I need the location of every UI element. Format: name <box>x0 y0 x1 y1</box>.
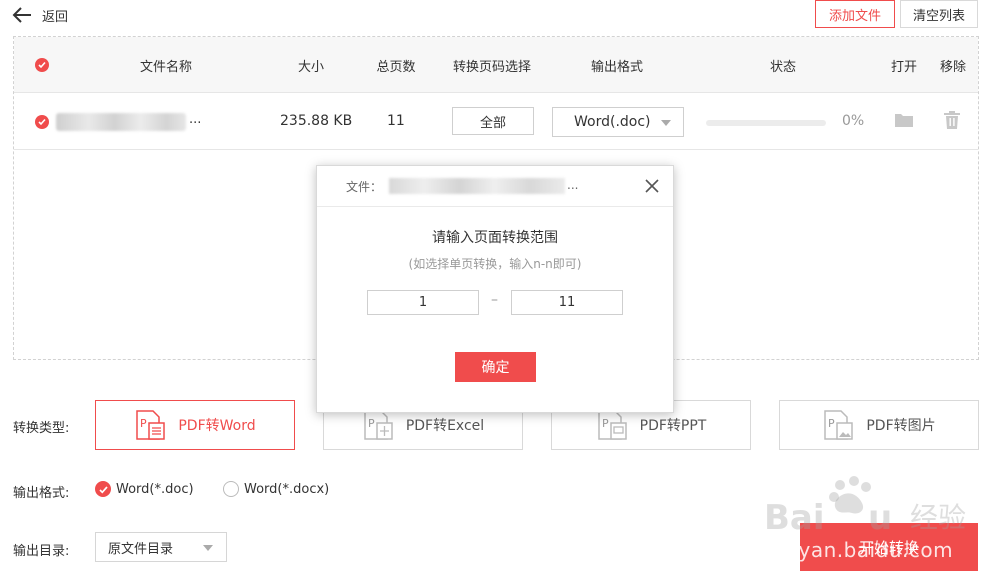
dialog-header: 文件： ... <box>317 166 673 207</box>
column-pages: 总页数 <box>376 60 416 75</box>
output-format-value: Word(.doc) <box>574 114 651 130</box>
dialog-title: 请输入页面转换范围 <box>432 230 558 246</box>
type-label: PDF转图片 <box>866 418 936 434</box>
confirm-button[interactable]: 确定 <box>455 352 536 382</box>
file-name-suffix: ... <box>189 112 202 127</box>
back-button[interactable]: 返回 <box>12 4 68 26</box>
pdf-to-word-icon: P <box>136 410 166 440</box>
column-remove: 移除 <box>939 60 966 75</box>
dialog-hint: (如选择单页转换，输入n-n即可) <box>408 257 582 271</box>
type-pdf-to-image[interactable]: P PDF转图片 <box>779 400 979 450</box>
column-output-format: 输出格式 <box>590 60 643 75</box>
add-files-button[interactable]: 添加文件 <box>815 0 895 28</box>
folder-icon[interactable] <box>894 112 914 128</box>
column-name: 文件名称 <box>139 60 192 75</box>
chevron-down-icon <box>661 120 671 126</box>
column-open: 打开 <box>890 60 917 75</box>
pdf-to-image-icon: P <box>824 410 854 440</box>
progress-percent: 0% <box>842 113 865 129</box>
select-all-checkbox[interactable] <box>35 58 49 72</box>
svg-text:P: P <box>602 417 609 430</box>
back-label: 返回 <box>42 9 69 25</box>
arrow-left-icon <box>12 7 31 23</box>
pdf-to-ppt-icon: P <box>597 410 627 440</box>
clear-list-button[interactable]: 清空列表 <box>900 0 978 28</box>
watermark-text: jingyan.baidu.com <box>760 538 954 562</box>
table-row: ... 235.88 KB 11 全部 Word(.doc) 0% <box>14 94 978 150</box>
type-pdf-to-word[interactable]: P PDF转Word <box>95 400 295 450</box>
type-label: PDF转Excel <box>405 418 485 434</box>
progress-bar <box>706 120 826 126</box>
svg-text:P: P <box>828 417 835 430</box>
type-label: PDF转Word <box>178 418 256 434</box>
radio-unchecked-icon <box>223 481 239 497</box>
output-format-select[interactable]: Word(.doc) <box>552 107 684 137</box>
file-size: 235.88 KB <box>280 113 353 129</box>
column-page-select: 转换页码选择 <box>452 60 531 75</box>
svg-text:P: P <box>140 417 147 430</box>
type-label: PDF转PPT <box>639 418 707 434</box>
output-dir-select[interactable]: 原文件目录 <box>95 532 227 562</box>
output-dir-value: 原文件目录 <box>108 541 174 557</box>
radio-checked-icon <box>95 481 111 497</box>
range-separator: – <box>491 292 498 308</box>
check-icon <box>38 61 46 69</box>
radio-word-doc[interactable]: Word(*.doc) <box>95 481 194 497</box>
radio-label: Word(*.docx) <box>244 481 330 497</box>
to-page-input[interactable] <box>511 290 623 315</box>
radio-label: Word(*.doc) <box>116 481 194 497</box>
conversion-type-label: 转换类型: <box>13 421 70 436</box>
from-page-input[interactable] <box>367 290 479 315</box>
column-status: 状态 <box>769 60 796 75</box>
trash-icon[interactable] <box>944 111 960 129</box>
page-range-dialog: 文件： ... 请输入页面转换范围 (如选择单页转换，输入n-n即可) – 确定 <box>316 165 674 413</box>
pdf-to-excel-icon: P <box>364 410 393 440</box>
output-dir-label: 输出目录: <box>13 544 70 559</box>
file-pages: 11 <box>387 113 405 129</box>
page-range-button[interactable]: 全部 <box>452 107 534 135</box>
column-size: 大小 <box>297 60 324 75</box>
dialog-file-name-blurred <box>389 178 565 194</box>
svg-text:P: P <box>368 417 375 430</box>
file-name-blurred <box>56 113 186 131</box>
file-list-header: 文件名称 大小 总页数 转换页码选择 输出格式 状态 打开 移除 <box>14 37 978 93</box>
close-icon[interactable] <box>644 178 660 194</box>
output-format-label: 输出格式: <box>13 486 70 501</box>
dialog-file-suffix: ... <box>567 178 579 192</box>
radio-word-docx[interactable]: Word(*.docx) <box>223 481 329 497</box>
row-checkbox[interactable] <box>35 115 49 129</box>
dialog-file-label: 文件： <box>346 180 383 194</box>
check-icon <box>38 118 46 126</box>
chevron-down-icon <box>203 545 213 551</box>
